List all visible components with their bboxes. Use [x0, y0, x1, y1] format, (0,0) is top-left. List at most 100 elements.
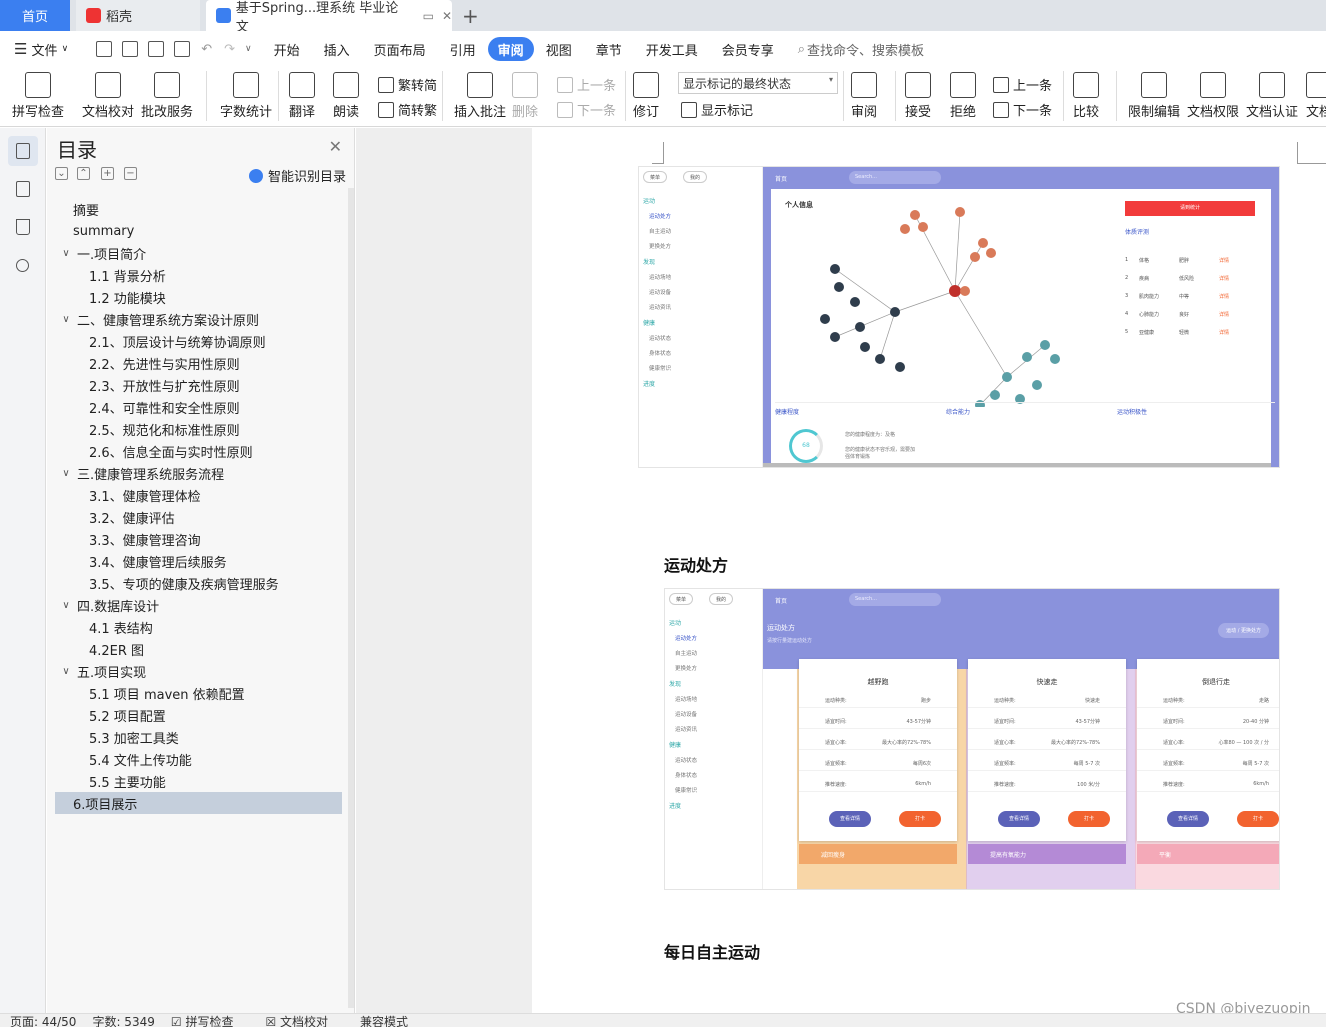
toc-item[interactable]: 3.1、健康管理体检: [47, 484, 355, 506]
menu-start[interactable]: 开始: [262, 37, 312, 61]
print-preview-icon[interactable]: [174, 41, 191, 57]
show-markup-button[interactable]: 显示标记: [681, 100, 753, 119]
chevron-down-icon[interactable]: ∨: [59, 600, 73, 611]
toc-item[interactable]: 3.5、专项的健康及疾病管理服务: [47, 572, 355, 594]
toc-item[interactable]: summary: [47, 220, 355, 242]
toc-item[interactable]: 3.2、健康评估: [47, 506, 355, 528]
next-comment-button[interactable]: 下一条: [557, 100, 616, 119]
translate-button[interactable]: 翻译: [289, 67, 315, 120]
toc-item[interactable]: 2.2、先进性与实用性原则: [47, 352, 355, 374]
tab-home[interactable]: 首页: [0, 0, 70, 31]
menu-review[interactable]: 审阅: [487, 37, 534, 61]
accept-button[interactable]: 接受: [905, 67, 931, 120]
smart-toc-button[interactable]: 智能识别目录: [248, 166, 346, 185]
print-icon[interactable]: [148, 41, 165, 57]
undo-icon[interactable]: ↶: [201, 42, 212, 57]
toc-item[interactable]: 2.6、信息全面与实时性原则: [47, 440, 355, 462]
insert-comment-button[interactable]: 插入批注: [454, 67, 506, 120]
chevron-down-icon[interactable]: ∨: [59, 314, 73, 325]
collapse-all-icon[interactable]: ⌄: [55, 167, 68, 180]
close-tab-icon[interactable]: ✕: [442, 9, 452, 23]
tab-document[interactable]: 基于Spring...理系统 毕业论文 ▭ ✕: [206, 0, 452, 35]
export-pdf-icon[interactable]: [122, 41, 139, 57]
screenshot-prescription: 菜单 我的 运动 运动处方 自主运动 更换处方 发现 运动场地 运动设备 运动资讯 健康 运动状态…: [664, 588, 1280, 890]
quick-access-dropdown-icon[interactable]: ∨: [245, 44, 252, 54]
chevron-down-icon[interactable]: ∨: [59, 666, 73, 677]
toc-item[interactable]: 4.2ER 图: [47, 638, 355, 660]
toc-item[interactable]: 5.4 文件上传功能: [47, 748, 355, 770]
bookmark-panel-button[interactable]: [8, 212, 38, 242]
compare-button[interactable]: 比较: [1073, 67, 1099, 120]
toc-item[interactable]: 5.3 加密工具类: [47, 726, 355, 748]
status-spell-check[interactable]: ☑ 拼写检查: [171, 1014, 250, 1027]
review-pane-button[interactable]: 审阅: [851, 67, 877, 120]
doc-more-button[interactable]: 文档: [1306, 67, 1326, 120]
find-panel-button[interactable]: [8, 250, 38, 280]
doc-auth-button[interactable]: 文档认证: [1246, 67, 1298, 120]
chevron-down-icon[interactable]: ∨: [59, 468, 73, 479]
toc-item[interactable]: 2.1、顶层设计与统筹协调原则: [47, 330, 355, 352]
spell-check-button[interactable]: 拼写检查: [12, 67, 64, 120]
new-tab-button[interactable]: +: [462, 0, 479, 31]
toc-item[interactable]: 3.3、健康管理咨询: [47, 528, 355, 550]
doc-rights-button[interactable]: 文档权限: [1187, 67, 1239, 120]
prev-comment-button[interactable]: 上一条: [557, 75, 616, 94]
status-page[interactable]: 页面: 44/50: [10, 1014, 76, 1027]
markup-state-select[interactable]: 显示标记的最终状态 ▾: [678, 72, 838, 94]
tab-daoke[interactable]: 稻壳: [76, 0, 200, 31]
toc-item[interactable]: ∨ 四.数据库设计: [47, 594, 355, 616]
toc-item[interactable]: 1.2 功能模块: [47, 286, 355, 308]
simp-to-trad-button[interactable]: 简转繁: [378, 100, 437, 119]
next-change-button[interactable]: 下一条: [993, 100, 1052, 119]
status-word-count[interactable]: 字数: 5349: [92, 1014, 154, 1027]
toc-item[interactable]: 5.1 项目 maven 依赖配置: [47, 682, 355, 704]
batch-service-button[interactable]: 批改服务: [141, 67, 193, 120]
toc-item[interactable]: 5.2 项目配置: [47, 704, 355, 726]
add-level-icon[interactable]: +: [101, 167, 114, 180]
save-icon[interactable]: [96, 41, 113, 57]
menu-file[interactable]: 文件 ∨: [27, 37, 80, 61]
remove-level-icon[interactable]: −: [124, 167, 137, 180]
chevron-down-icon[interactable]: ∨: [59, 248, 73, 259]
pin-icon[interactable]: ▭: [423, 9, 434, 23]
nav-panel-button[interactable]: [8, 174, 38, 204]
toc-scrollbar[interactable]: [348, 188, 354, 1008]
toc-item[interactable]: ∨ 五.项目实现: [47, 660, 355, 682]
toc-item[interactable]: 2.4、可靠性和安全性原则: [47, 396, 355, 418]
menu-references[interactable]: 引用: [438, 37, 488, 61]
menu-view[interactable]: 视图: [534, 37, 584, 61]
toc-item[interactable]: 4.1 表结构: [47, 616, 355, 638]
delete-comment-button[interactable]: 删除: [512, 67, 538, 120]
menu-chapter[interactable]: 章节: [584, 37, 634, 61]
toc-item[interactable]: ∨ 一.项目简介: [47, 242, 355, 264]
revise-button[interactable]: 修订: [633, 67, 659, 120]
close-icon[interactable]: ✕: [329, 137, 342, 156]
prev-change-button[interactable]: 上一条: [993, 75, 1052, 94]
redo-icon[interactable]: ↷: [224, 42, 235, 57]
toc-item[interactable]: 1.1 背景分析: [47, 264, 355, 286]
restrict-edit-button[interactable]: 限制编辑: [1128, 67, 1180, 120]
toc-item[interactable]: 摘要: [47, 198, 355, 220]
command-search[interactable]: 查找命令、搜索模板: [807, 40, 924, 59]
trad-to-simp-button[interactable]: 繁转简: [378, 75, 437, 94]
menu-layout[interactable]: 页面布局: [362, 37, 438, 61]
reject-button[interactable]: 拒绝: [950, 67, 976, 120]
doc-proof-button[interactable]: 文档校对: [82, 67, 134, 120]
toc-item[interactable]: 6.项目展示: [55, 792, 342, 814]
toc-item[interactable]: 5.5 主要功能: [47, 770, 355, 792]
toc-item[interactable]: ∨ 三.健康管理系统服务流程: [47, 462, 355, 484]
insert-comment-icon: [467, 72, 493, 98]
toc-item[interactable]: ∨ 二、健康管理系统方案设计原则: [47, 308, 355, 330]
toc-panel-button[interactable]: [7, 136, 38, 166]
expand-all-icon[interactable]: ⌃: [77, 167, 90, 180]
menu-devtools[interactable]: 开发工具: [634, 37, 710, 61]
word-count-button[interactable]: 字数统计: [220, 67, 272, 120]
toc-item[interactable]: 3.4、健康管理后续服务: [47, 550, 355, 572]
status-doc-proof[interactable]: ☒ 文档校对: [265, 1014, 344, 1027]
read-aloud-button[interactable]: 朗读: [333, 67, 359, 120]
toc-item[interactable]: 2.5、规范化和标准性原则: [47, 418, 355, 440]
hamburger-icon[interactable]: ☰: [14, 40, 27, 58]
menu-member[interactable]: 会员专享: [710, 37, 786, 61]
menu-insert[interactable]: 插入: [312, 37, 362, 61]
toc-item[interactable]: 2.3、开放性与扩充性原则: [47, 374, 355, 396]
